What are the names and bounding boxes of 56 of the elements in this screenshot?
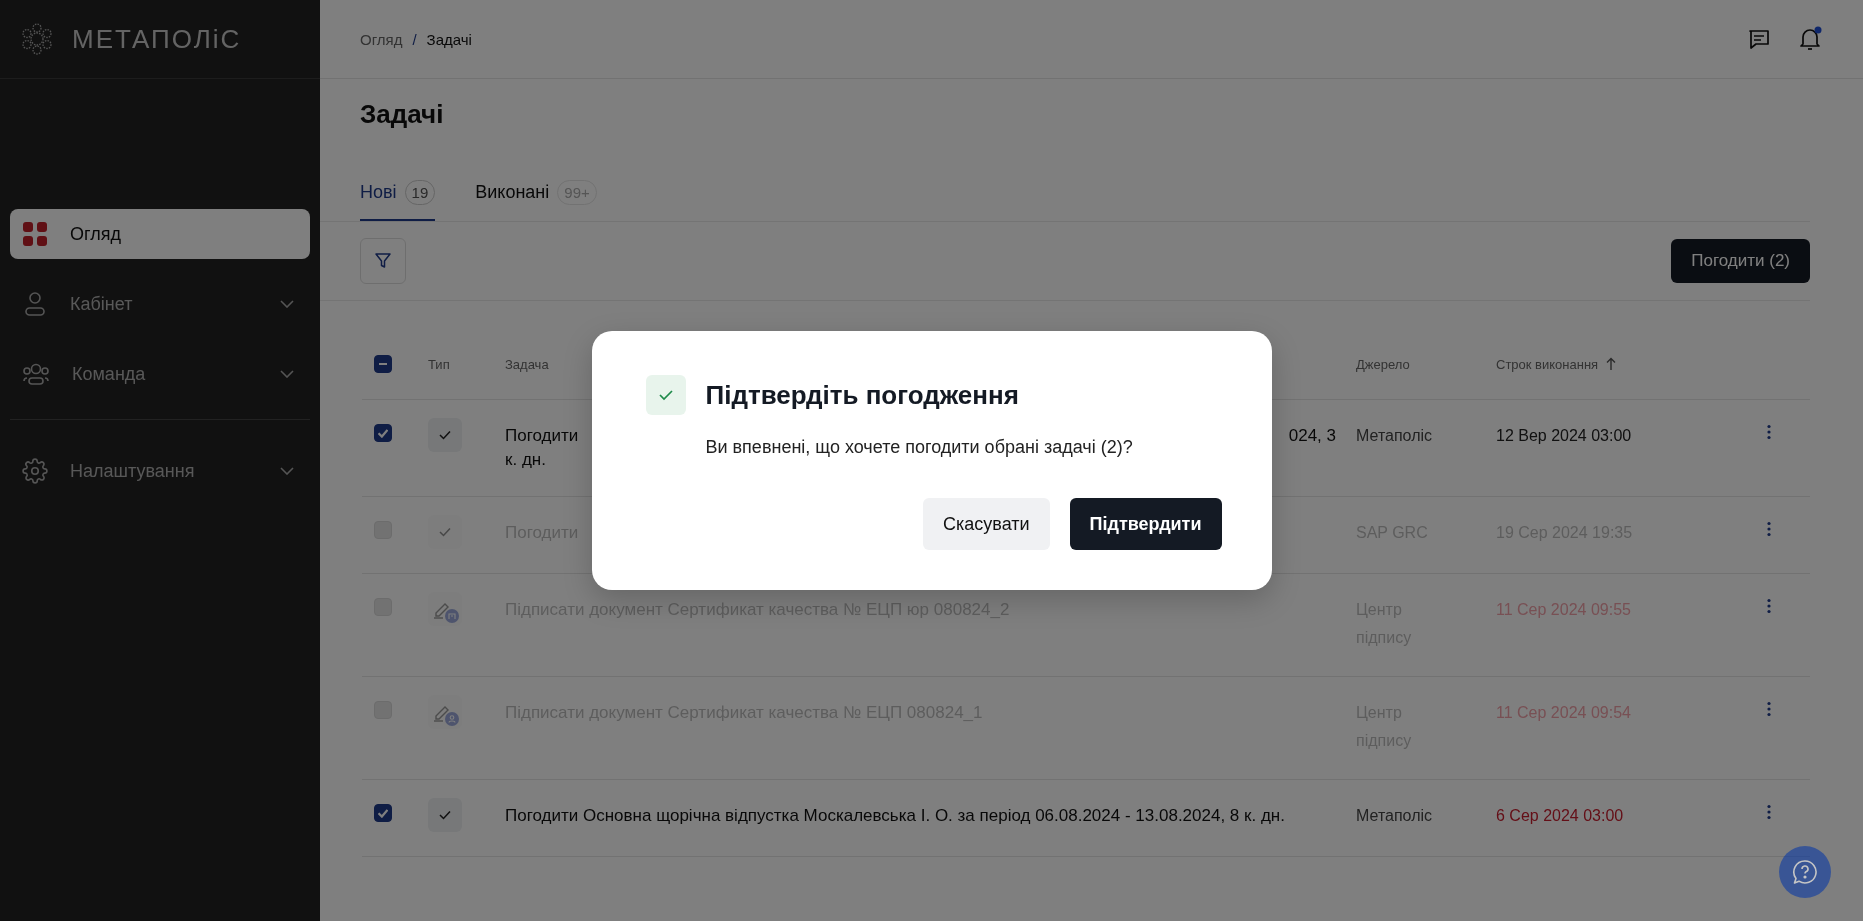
more-options-icon[interactable] (1766, 521, 1772, 537)
approve-button[interactable]: Погодити (2) (1671, 239, 1810, 283)
breadcrumb-item: Задачі (426, 30, 472, 48)
task-text[interactable]: к. дн. (505, 450, 546, 469)
column-header: Задача (505, 356, 549, 372)
checkmark-icon (378, 428, 388, 438)
dialog-message: Ви впевнені, що хочете погодити обрані задачі (2)? (705, 437, 1134, 458)
minus-icon (378, 362, 388, 366)
sidebar-item[interactable]: Огляд (10, 209, 310, 259)
breadcrumb-item[interactable]: Огляд (360, 30, 403, 48)
more-options-icon[interactable] (1766, 424, 1772, 440)
logo-wordmark: МЕТАПОЛіС (72, 23, 242, 55)
user-icon (22, 291, 48, 317)
grid-icon (22, 221, 48, 247)
tab[interactable]: Нові 19 (360, 180, 436, 222)
sidebar-item[interactable]: Команда (10, 349, 310, 399)
select-all-checkbox[interactable] (374, 355, 392, 373)
check-icon (645, 375, 686, 415)
logo-icon (20, 22, 54, 56)
column-header: Тип (428, 356, 450, 372)
source-text: Метаполіс (1356, 806, 1433, 826)
confirm-button[interactable]: Підтвердити (1069, 498, 1222, 550)
source-text: Метаполіс (1356, 426, 1433, 446)
breadcrumb-separator: / (412, 30, 417, 48)
more-options-icon[interactable] (1766, 598, 1772, 614)
chevron-down-icon[interactable] (280, 467, 294, 475)
row-checkbox[interactable] (374, 804, 392, 822)
help-button[interactable] (1779, 846, 1831, 898)
notification-bell-icon[interactable] (1797, 26, 1823, 52)
page-title: Задачі (360, 99, 445, 130)
chevron-down-icon[interactable] (280, 370, 294, 378)
task-text[interactable]: Погодити (505, 424, 579, 448)
due-date: 6 Сер 2024 03:00 (1496, 806, 1624, 826)
sidebar-item[interactable]: Кабінет (10, 279, 310, 329)
task-text[interactable]: Погодити Основна щорічна відпустка Москалевська І. О. за період 06.08.2024 - 13.08.2024, 8 к. дн. (505, 806, 1285, 825)
column-header[interactable]: Строк виконання (1496, 356, 1599, 372)
dialog-title: Підтвердіть погодження (705, 379, 1019, 411)
filter-icon (374, 252, 392, 270)
chevron-down-icon[interactable] (280, 300, 294, 308)
tab-label: Виконані (475, 182, 550, 203)
tab-label: Нові (360, 182, 397, 203)
team-icon (22, 361, 50, 387)
more-options-icon[interactable] (1766, 701, 1772, 717)
row-checkbox[interactable] (374, 424, 392, 442)
checkmark-icon (378, 808, 388, 818)
filter-button[interactable] (360, 238, 406, 284)
chat-icon[interactable] (1747, 27, 1771, 51)
help-icon (1792, 859, 1818, 885)
sort-arrow-icon[interactable] (1606, 357, 1617, 371)
more-options-icon[interactable] (1766, 804, 1772, 820)
settings-icon (22, 458, 48, 484)
sidebar-item[interactable]: Налаштування (10, 446, 310, 496)
column-header: Джерело (1356, 356, 1410, 372)
task-text[interactable]: 024, 3 (1288, 424, 1336, 448)
due-date: 12 Вер 2024 03:00 (1496, 426, 1632, 446)
cancel-button[interactable]: Скасувати (923, 498, 1050, 550)
